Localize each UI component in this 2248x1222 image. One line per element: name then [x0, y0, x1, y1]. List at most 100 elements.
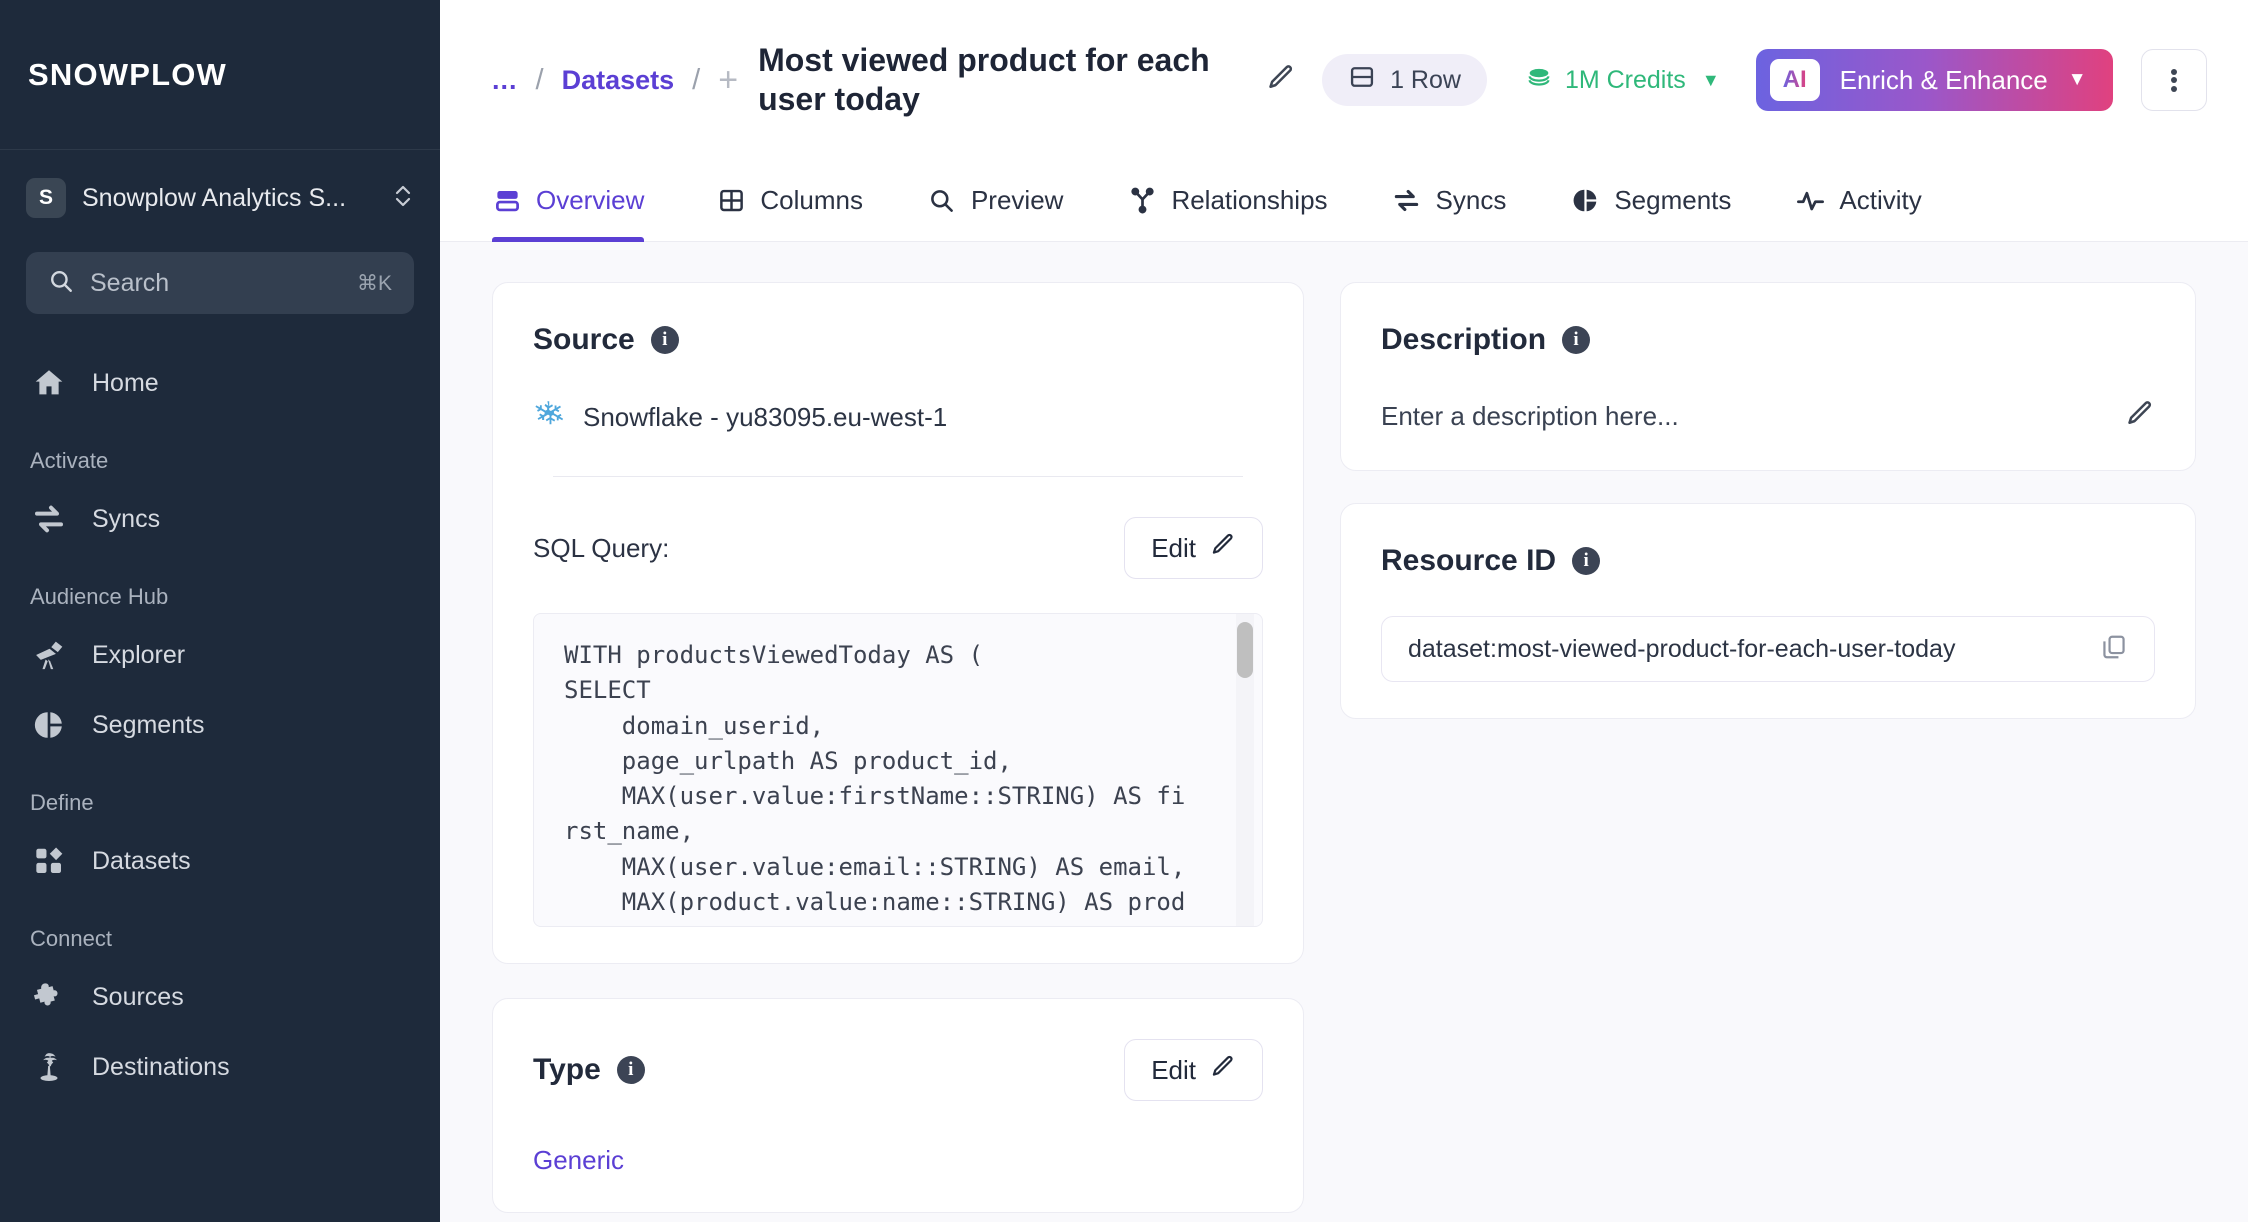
divider [553, 476, 1243, 477]
sidebar: SNOWPLOW S Snowplow Analytics S... Searc… [0, 0, 440, 1222]
magnifier-icon [927, 187, 957, 214]
resource-id-value: dataset:most-viewed-product-for-each-use… [1408, 634, 1956, 663]
tab-columns[interactable]: Columns [684, 160, 895, 241]
sidebar-section-activate: Activate [30, 448, 109, 473]
info-icon[interactable]: i [650, 326, 679, 354]
enrich-enhance-label: Enrich & Enhance [1839, 64, 2048, 95]
copy-button[interactable] [2100, 633, 2128, 666]
edit-sql-button[interactable]: Edit [1124, 517, 1263, 579]
row-count-badge[interactable]: 1 Row [1322, 54, 1487, 106]
tab-label: Activity [1839, 185, 1922, 215]
overview-rows-icon [492, 187, 522, 214]
chevron-down-icon: ▼ [1701, 69, 1720, 90]
tab-preview[interactable]: Preview [895, 160, 1095, 241]
tab-activity[interactable]: Activity [1763, 160, 1953, 241]
sidebar-item-segments[interactable]: Segments [0, 690, 440, 760]
tab-label: Columns [760, 185, 863, 215]
brand-logo: SNOWPLOW [28, 56, 228, 92]
home-icon [30, 364, 68, 402]
description-card: Description i Enter a description here..… [1340, 282, 2196, 471]
puzzle-piece-icon [30, 978, 68, 1016]
breadcrumb-ellipsis[interactable]: ... [492, 65, 518, 96]
edit-title-button[interactable] [1258, 57, 1304, 103]
sidebar-item-label: Explorer [92, 640, 186, 669]
type-value-link[interactable]: Generic [533, 1145, 1263, 1176]
sql-code-block[interactable]: WITH productsViewedToday AS ( SELECT dom… [533, 613, 1263, 927]
grid-blocks-icon [30, 842, 68, 880]
type-card: Type i Edit Generic [492, 998, 1304, 1213]
row-count-label: 1 Row [1390, 65, 1461, 94]
sql-scrollbar-thumb[interactable] [1237, 622, 1253, 678]
info-icon[interactable]: i [1562, 326, 1591, 354]
sidebar-item-sources[interactable]: Sources [0, 962, 440, 1032]
sidebar-item-destinations[interactable]: Destinations [0, 1032, 440, 1102]
palm-tree-icon [30, 1048, 68, 1086]
description-card-title: Description [1381, 323, 1547, 356]
pencil-icon [1210, 532, 1236, 565]
tab-label: Syncs [1435, 185, 1507, 215]
edit-description-button[interactable] [2125, 399, 2155, 434]
description-body: Enter a description here... [1381, 399, 2155, 434]
edit-type-label: Edit [1151, 1054, 1196, 1085]
sql-query-label: SQL Query: [533, 532, 670, 563]
sidebar-item-datasets[interactable]: Datasets [0, 826, 440, 896]
edit-type-button[interactable]: Edit [1124, 1039, 1263, 1101]
resource-id-card: Resource ID i dataset:most-viewed-produc… [1340, 503, 2196, 719]
sidebar-item-home[interactable]: Home [0, 348, 440, 418]
type-card-header: Type i Edit [533, 1039, 1263, 1101]
pencil-icon [1210, 1054, 1236, 1087]
credits-label: 1M Credits [1564, 65, 1686, 94]
search-placeholder: Search [90, 268, 170, 297]
credits-dropdown[interactable]: 1M Credits ▼ [1525, 63, 1720, 98]
syncs-arrows-icon [30, 500, 68, 538]
page-title: Most viewed product for each user today [758, 41, 1210, 117]
source-card-header: Source i [533, 323, 1263, 357]
description-card-header: Description i [1381, 323, 2155, 357]
tab-label: Relationships [1171, 185, 1328, 215]
breadcrumb-add-icon[interactable]: + [718, 63, 738, 97]
sidebar-item-label: Datasets [92, 846, 191, 875]
tab-relationships[interactable]: Relationships [1095, 160, 1359, 241]
sidebar-item-syncs[interactable]: Syncs [0, 484, 440, 554]
more-options-icon [2170, 66, 2177, 94]
tab-syncs[interactable]: Syncs [1360, 160, 1539, 241]
info-icon[interactable]: i [616, 1056, 645, 1084]
search-shortcut: ⌘K [356, 271, 392, 295]
tab-label: Overview [536, 185, 645, 215]
ai-badge-icon: AI [1769, 59, 1820, 101]
pie-chart-icon [1570, 187, 1600, 214]
source-card: Source i Snowflake - yu83095.eu-west-1 S… [492, 282, 1304, 964]
info-icon[interactable]: i [1572, 547, 1601, 575]
sql-query-header: SQL Query: Edit [533, 517, 1263, 579]
snowflake-icon [533, 399, 564, 436]
sidebar-item-label: Destinations [92, 1052, 230, 1081]
more-options-button[interactable] [2140, 49, 2207, 111]
source-connection-label: Snowflake - yu83095.eu-west-1 [583, 402, 948, 432]
breadcrumb-datasets[interactable]: Datasets [562, 65, 675, 96]
search-input[interactable]: Search ⌘K [26, 252, 414, 314]
sidebar-nav: Home Activate Syncs Audience Hub Explore… [0, 348, 440, 1102]
chevron-up-down-icon [392, 180, 414, 217]
type-card-title: Type [533, 1053, 601, 1086]
syncs-arrows-icon [1392, 187, 1422, 214]
source-connection[interactable]: Snowflake - yu83095.eu-west-1 [533, 399, 1263, 436]
tab-label: Segments [1614, 185, 1732, 215]
org-name: Snowplow Analytics S... [82, 183, 347, 212]
pencil-icon [2125, 401, 2155, 433]
relationships-icon [1127, 187, 1157, 214]
org-switcher[interactable]: S Snowplow Analytics S... [0, 150, 440, 246]
resource-id-card-title: Resource ID [1381, 544, 1557, 577]
sql-code-text: WITH productsViewedToday AS ( SELECT dom… [564, 641, 1186, 926]
resource-id-field[interactable]: dataset:most-viewed-product-for-each-use… [1381, 616, 2155, 682]
coins-icon [1525, 63, 1553, 98]
sidebar-item-label: Segments [92, 710, 205, 739]
sidebar-item-explorer[interactable]: Explorer [0, 620, 440, 690]
ai-badge-label: AI [1782, 66, 1807, 93]
sidebar-item-label: Home [92, 368, 159, 397]
sql-scrollbar[interactable] [1236, 614, 1254, 926]
breadcrumb-separator: / [692, 63, 701, 96]
tab-overview[interactable]: Overview [492, 160, 684, 242]
tab-segments[interactable]: Segments [1538, 160, 1763, 241]
tab-label: Preview [970, 185, 1064, 215]
enrich-enhance-button[interactable]: AI Enrich & Enhance ▼ [1755, 49, 2113, 111]
